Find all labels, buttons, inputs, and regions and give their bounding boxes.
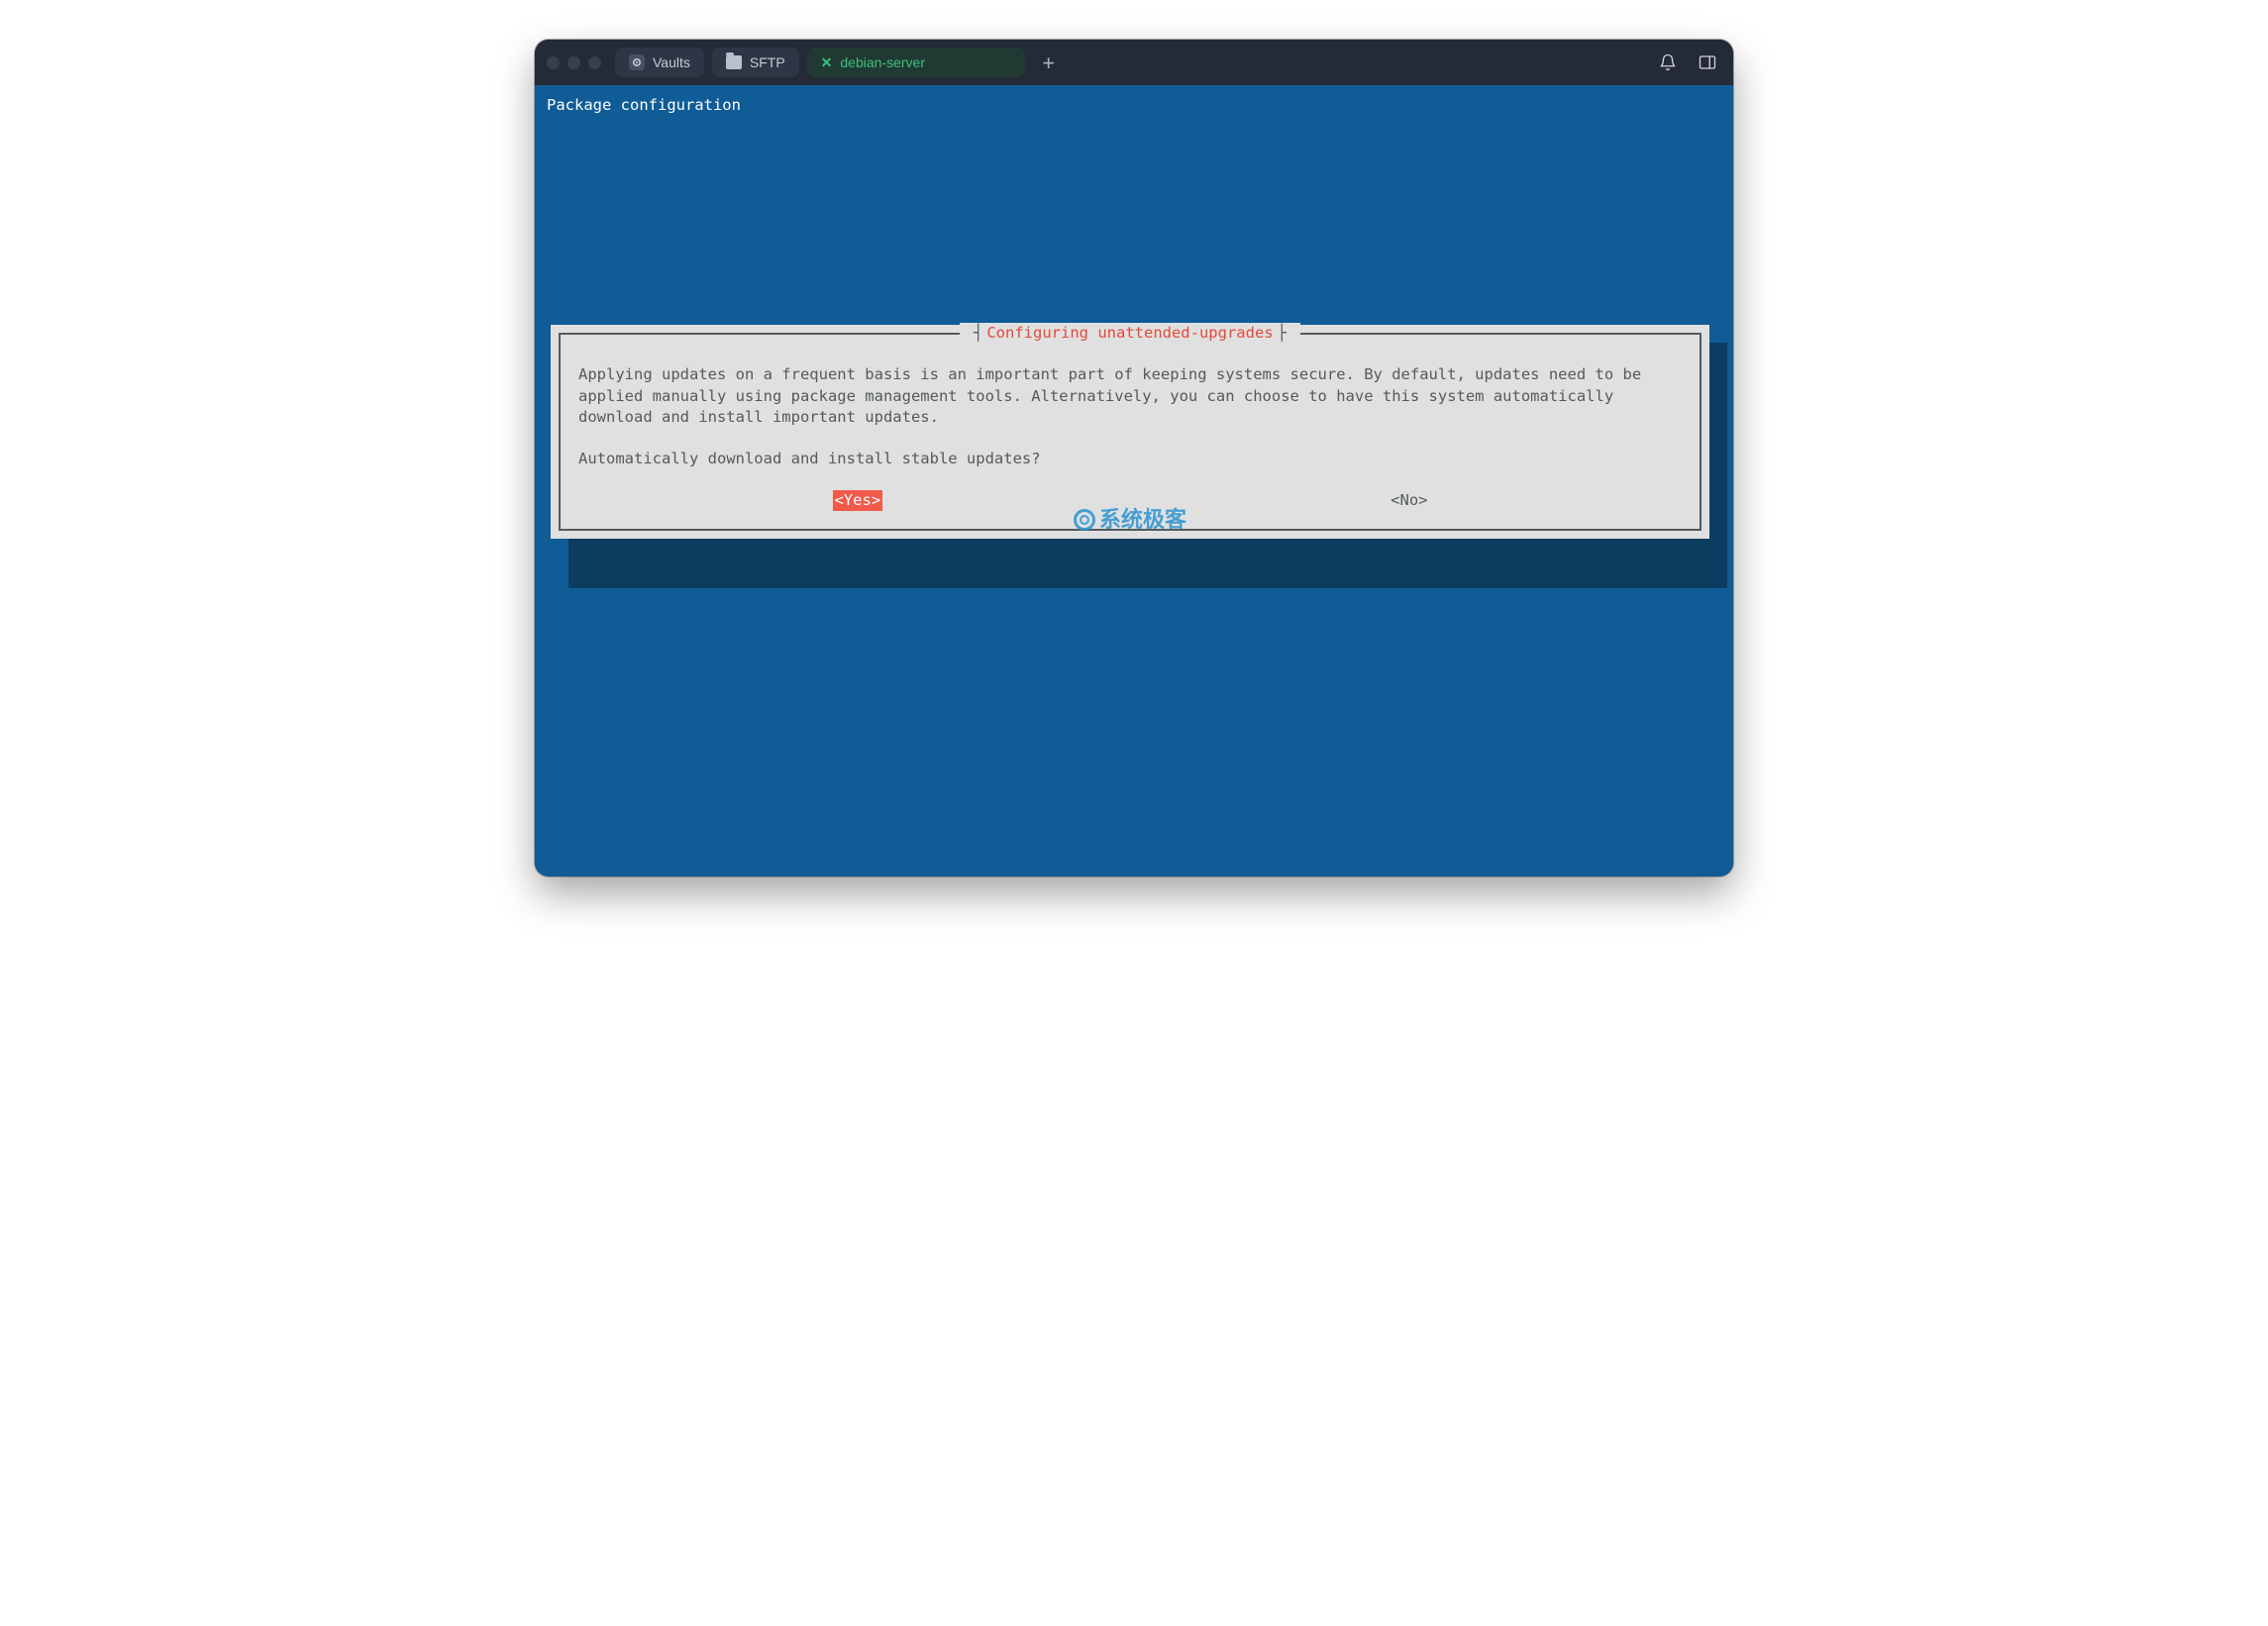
config-dialog: ┤Configuring unattended-upgrades├ Applyi… (551, 325, 1709, 539)
titlebar: Vaults SFTP ✕ debian-server + (535, 40, 1733, 85)
dialog-yes-button[interactable]: <Yes> (833, 490, 883, 512)
dialog-title: ┤Configuring unattended-upgrades├ (960, 323, 1300, 345)
panel-toggle-button[interactable] (1694, 49, 1721, 76)
dialog-paragraph-1: Applying updates on a frequent basis is … (578, 364, 1682, 429)
tab-sftp[interactable]: SFTP (712, 48, 799, 77)
vault-icon (629, 54, 645, 70)
new-tab-button[interactable]: + (1033, 52, 1065, 72)
panel-icon (1699, 54, 1716, 70)
tab-vaults-label: Vaults (653, 54, 690, 70)
window-controls[interactable] (547, 56, 601, 69)
folder-icon (726, 55, 742, 69)
dialog-buttons: <Yes> <No> (578, 490, 1682, 512)
traffic-minimize-icon[interactable] (567, 56, 580, 69)
tab-sftp-label: SFTP (750, 54, 785, 70)
app-window: Vaults SFTP ✕ debian-server + (535, 40, 1733, 876)
dialog-paragraph-2: Automatically download and install stabl… (578, 449, 1682, 470)
dialog-title-wrap: ┤Configuring unattended-upgrades├ (561, 323, 1700, 345)
tab-vaults[interactable]: Vaults (615, 48, 704, 77)
bell-icon (1659, 53, 1677, 71)
tab-active-label: debian-server (840, 54, 925, 70)
close-tab-icon[interactable]: ✕ (821, 55, 833, 69)
dialog-body: Applying updates on a frequent basis is … (578, 364, 1682, 470)
traffic-close-icon[interactable] (547, 56, 560, 69)
dialog-no-button[interactable]: <No> (1391, 490, 1427, 512)
notifications-button[interactable] (1654, 49, 1682, 76)
tab-debian-server[interactable]: ✕ debian-server (807, 48, 1025, 77)
config-dialog-inner: ┤Configuring unattended-upgrades├ Applyi… (559, 333, 1701, 531)
traffic-zoom-icon[interactable] (588, 56, 601, 69)
watermark-icon (1074, 509, 1095, 531)
terminal-header-text: Package configuration (547, 95, 1721, 117)
terminal-viewport[interactable]: Package configuration ┤Configuring unatt… (535, 85, 1733, 876)
dialog-title-text: Configuring unattended-upgrades (986, 324, 1273, 342)
